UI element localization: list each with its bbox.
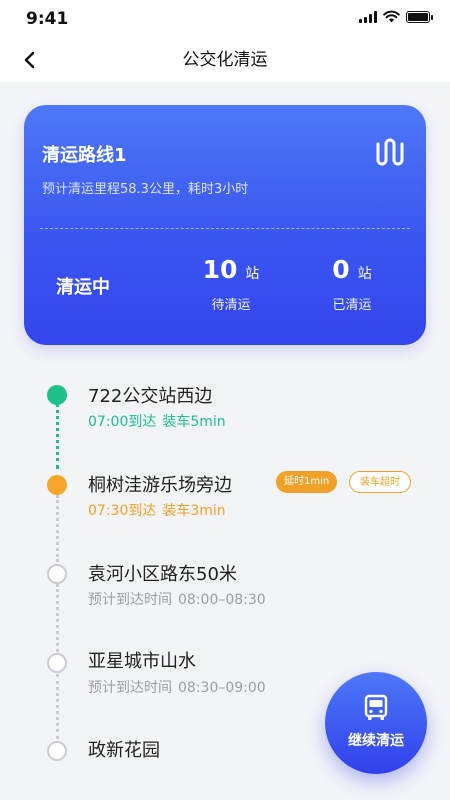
stop-eta-label: 预计到达时间 — [88, 592, 172, 608]
stop-dot-done — [47, 385, 67, 405]
stat-done-value: 0 — [332, 255, 350, 284]
stop-eta-label: 预计到达时间 — [88, 680, 172, 696]
run-status: 清运中 — [56, 277, 110, 298]
stop-dot-pending — [47, 653, 67, 673]
timeline-connector — [56, 674, 59, 739]
stop-dot-pending — [47, 564, 67, 584]
stop-name[interactable]: 桐树洼游乐场旁边 — [88, 471, 232, 497]
card-divider — [40, 228, 410, 229]
bus-icon — [364, 694, 388, 720]
signal-icon — [359, 10, 377, 23]
stop-name[interactable]: 722公交站西边 — [88, 382, 212, 408]
stat-pending-unit: 站 — [245, 266, 260, 282]
wifi-icon — [383, 10, 400, 23]
overtime-tag: 装车超时 — [349, 471, 411, 493]
page-title: 公交化清运 — [182, 50, 268, 70]
stat-pending-value: 10 — [202, 255, 238, 284]
stop-arrive: 07:00到达 — [88, 414, 157, 430]
status-time: 9:41 — [26, 9, 69, 29]
stop-dot-active — [47, 475, 67, 495]
stop-info: 07:30到达 装车3min — [88, 500, 226, 520]
status-bar: 9:41 — [0, 0, 450, 38]
stop-load: 装车3min — [162, 503, 226, 519]
status-icons — [359, 10, 433, 23]
timeline-connector — [56, 495, 59, 562]
stop-info: 07:00到达 装车5min — [88, 411, 226, 431]
timeline-connector — [56, 403, 59, 469]
continue-button[interactable]: 继续清运 — [325, 672, 427, 774]
stat-done: 0站 已清运 — [307, 255, 397, 313]
route-description: 预计清运里程58.3公里，耗时3小时 — [42, 182, 249, 197]
stat-done-unit: 站 — [357, 266, 372, 282]
timeline-connector — [56, 584, 59, 652]
stop-name[interactable]: 亚星城市山水 — [88, 647, 196, 673]
stop-info: 预计到达时间 08:30–09:00 — [88, 677, 266, 697]
stop-name[interactable]: 政新花园 — [88, 736, 160, 762]
stop-arrive: 07:30到达 — [88, 503, 157, 519]
stop-load: 装车5min — [162, 414, 226, 430]
stop-eta: 08:30–09:00 — [178, 680, 266, 696]
stop-name[interactable]: 袁河小区路东50米 — [88, 560, 237, 586]
stop-info: 预计到达时间 08:00–08:30 — [88, 589, 266, 609]
continue-button-label: 继续清运 — [348, 733, 404, 749]
stat-pending: 10 站 待清运 — [186, 255, 276, 313]
stat-done-label: 已清运 — [332, 298, 372, 313]
stop-dot-pending — [47, 741, 67, 761]
stat-pending-label: 待清运 — [211, 298, 251, 313]
delay-tag: 延时1min — [276, 471, 338, 493]
route-icon[interactable] — [374, 135, 408, 169]
back-arrow-icon[interactable] — [18, 48, 42, 72]
route-name: 清运路线1 — [42, 145, 127, 166]
stop-eta: 08:00–08:30 — [178, 592, 266, 608]
nav-bar: 公交化清运 — [0, 38, 450, 82]
route-card: 清运路线1 预计清运里程58.3公里，耗时3小时 清运中 10 站 待清运 0站 … — [24, 105, 426, 345]
battery-icon — [406, 10, 433, 23]
